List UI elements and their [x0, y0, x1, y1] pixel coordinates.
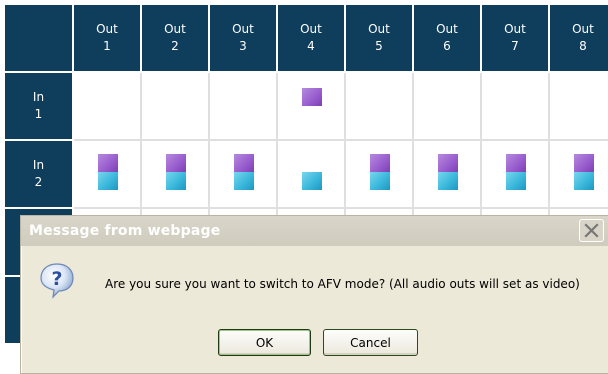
- crosspoint-in2-out3[interactable]: [210, 141, 278, 209]
- output-header-5: Out 5: [346, 5, 414, 73]
- video-route-indicator: [438, 154, 458, 172]
- input-label: In 1: [32, 90, 45, 121]
- output-header-6: Out 6: [414, 5, 482, 73]
- audio-route-indicator: [438, 172, 458, 190]
- output-label: Out 4: [300, 22, 322, 53]
- output-header-4: Out 4: [278, 5, 346, 73]
- output-label: Out 7: [504, 22, 526, 53]
- crosspoint-in1-out1[interactable]: [74, 73, 142, 141]
- video-route-indicator: [302, 88, 322, 106]
- crosspoint-in1-out8[interactable]: [550, 73, 608, 141]
- video-route-indicator: [370, 154, 390, 172]
- video-route-indicator: [574, 154, 594, 172]
- crosspoint-in2-out5[interactable]: [346, 141, 414, 209]
- output-label: Out 8: [572, 22, 594, 53]
- svg-text:?: ?: [51, 268, 62, 290]
- audio-route-indicator: [370, 172, 390, 190]
- audio-route-indicator: [166, 172, 186, 190]
- output-label: Out 1: [96, 22, 118, 53]
- input-header-2: In 2: [5, 141, 74, 209]
- video-route-indicator: [234, 154, 254, 172]
- crosspoint-in1-out4[interactable]: [278, 73, 346, 141]
- output-header-8: Out 8: [550, 5, 608, 73]
- dialog-titlebar[interactable]: Message from webpage: [21, 216, 608, 246]
- crosspoint-in2-out4[interactable]: [278, 141, 346, 209]
- matrix-corner: [5, 5, 74, 73]
- video-route-indicator: [506, 154, 526, 172]
- crosspoint-in1-out7[interactable]: [482, 73, 550, 141]
- crosspoint-in1-out2[interactable]: [142, 73, 210, 141]
- confirm-dialog: Message from webpage ? Are you sure you …: [20, 215, 608, 374]
- crosspoint-in2-out1[interactable]: [74, 141, 142, 209]
- output-header-3: Out 3: [210, 5, 278, 73]
- cancel-button[interactable]: Cancel: [323, 329, 418, 356]
- crosspoint-in1-out3[interactable]: [210, 73, 278, 141]
- audio-route-indicator: [98, 172, 118, 190]
- output-header-2: Out 2: [142, 5, 210, 73]
- video-route-indicator: [98, 154, 118, 172]
- output-label: Out 6: [436, 22, 458, 53]
- crosspoint-in1-out6[interactable]: [414, 73, 482, 141]
- crosspoint-in1-out5[interactable]: [346, 73, 414, 141]
- ok-button[interactable]: OK: [218, 329, 311, 356]
- dialog-title: Message from webpage: [29, 223, 221, 239]
- output-label: Out 2: [164, 22, 186, 53]
- dialog-message: Are you sure you want to switch to AFV m…: [105, 277, 580, 291]
- output-header-7: Out 7: [482, 5, 550, 73]
- audio-route-indicator: [506, 172, 526, 190]
- crosspoint-in2-out6[interactable]: [414, 141, 482, 209]
- audio-route-indicator: [302, 172, 322, 190]
- video-route-indicator: [166, 154, 186, 172]
- audio-route-indicator: [234, 172, 254, 190]
- crosspoint-in2-out8[interactable]: [550, 141, 608, 209]
- crosspoint-in2-out2[interactable]: [142, 141, 210, 209]
- input-label: In 2: [32, 158, 45, 189]
- output-label: Out 3: [232, 22, 254, 53]
- input-header-1: In 1: [5, 73, 74, 141]
- crosspoint-in2-out7[interactable]: [482, 141, 550, 209]
- question-icon: ?: [37, 260, 77, 304]
- dialog-close-button[interactable]: [579, 219, 604, 242]
- output-header-1: Out 1: [74, 5, 142, 73]
- audio-route-indicator: [574, 172, 594, 190]
- output-label: Out 5: [368, 22, 390, 53]
